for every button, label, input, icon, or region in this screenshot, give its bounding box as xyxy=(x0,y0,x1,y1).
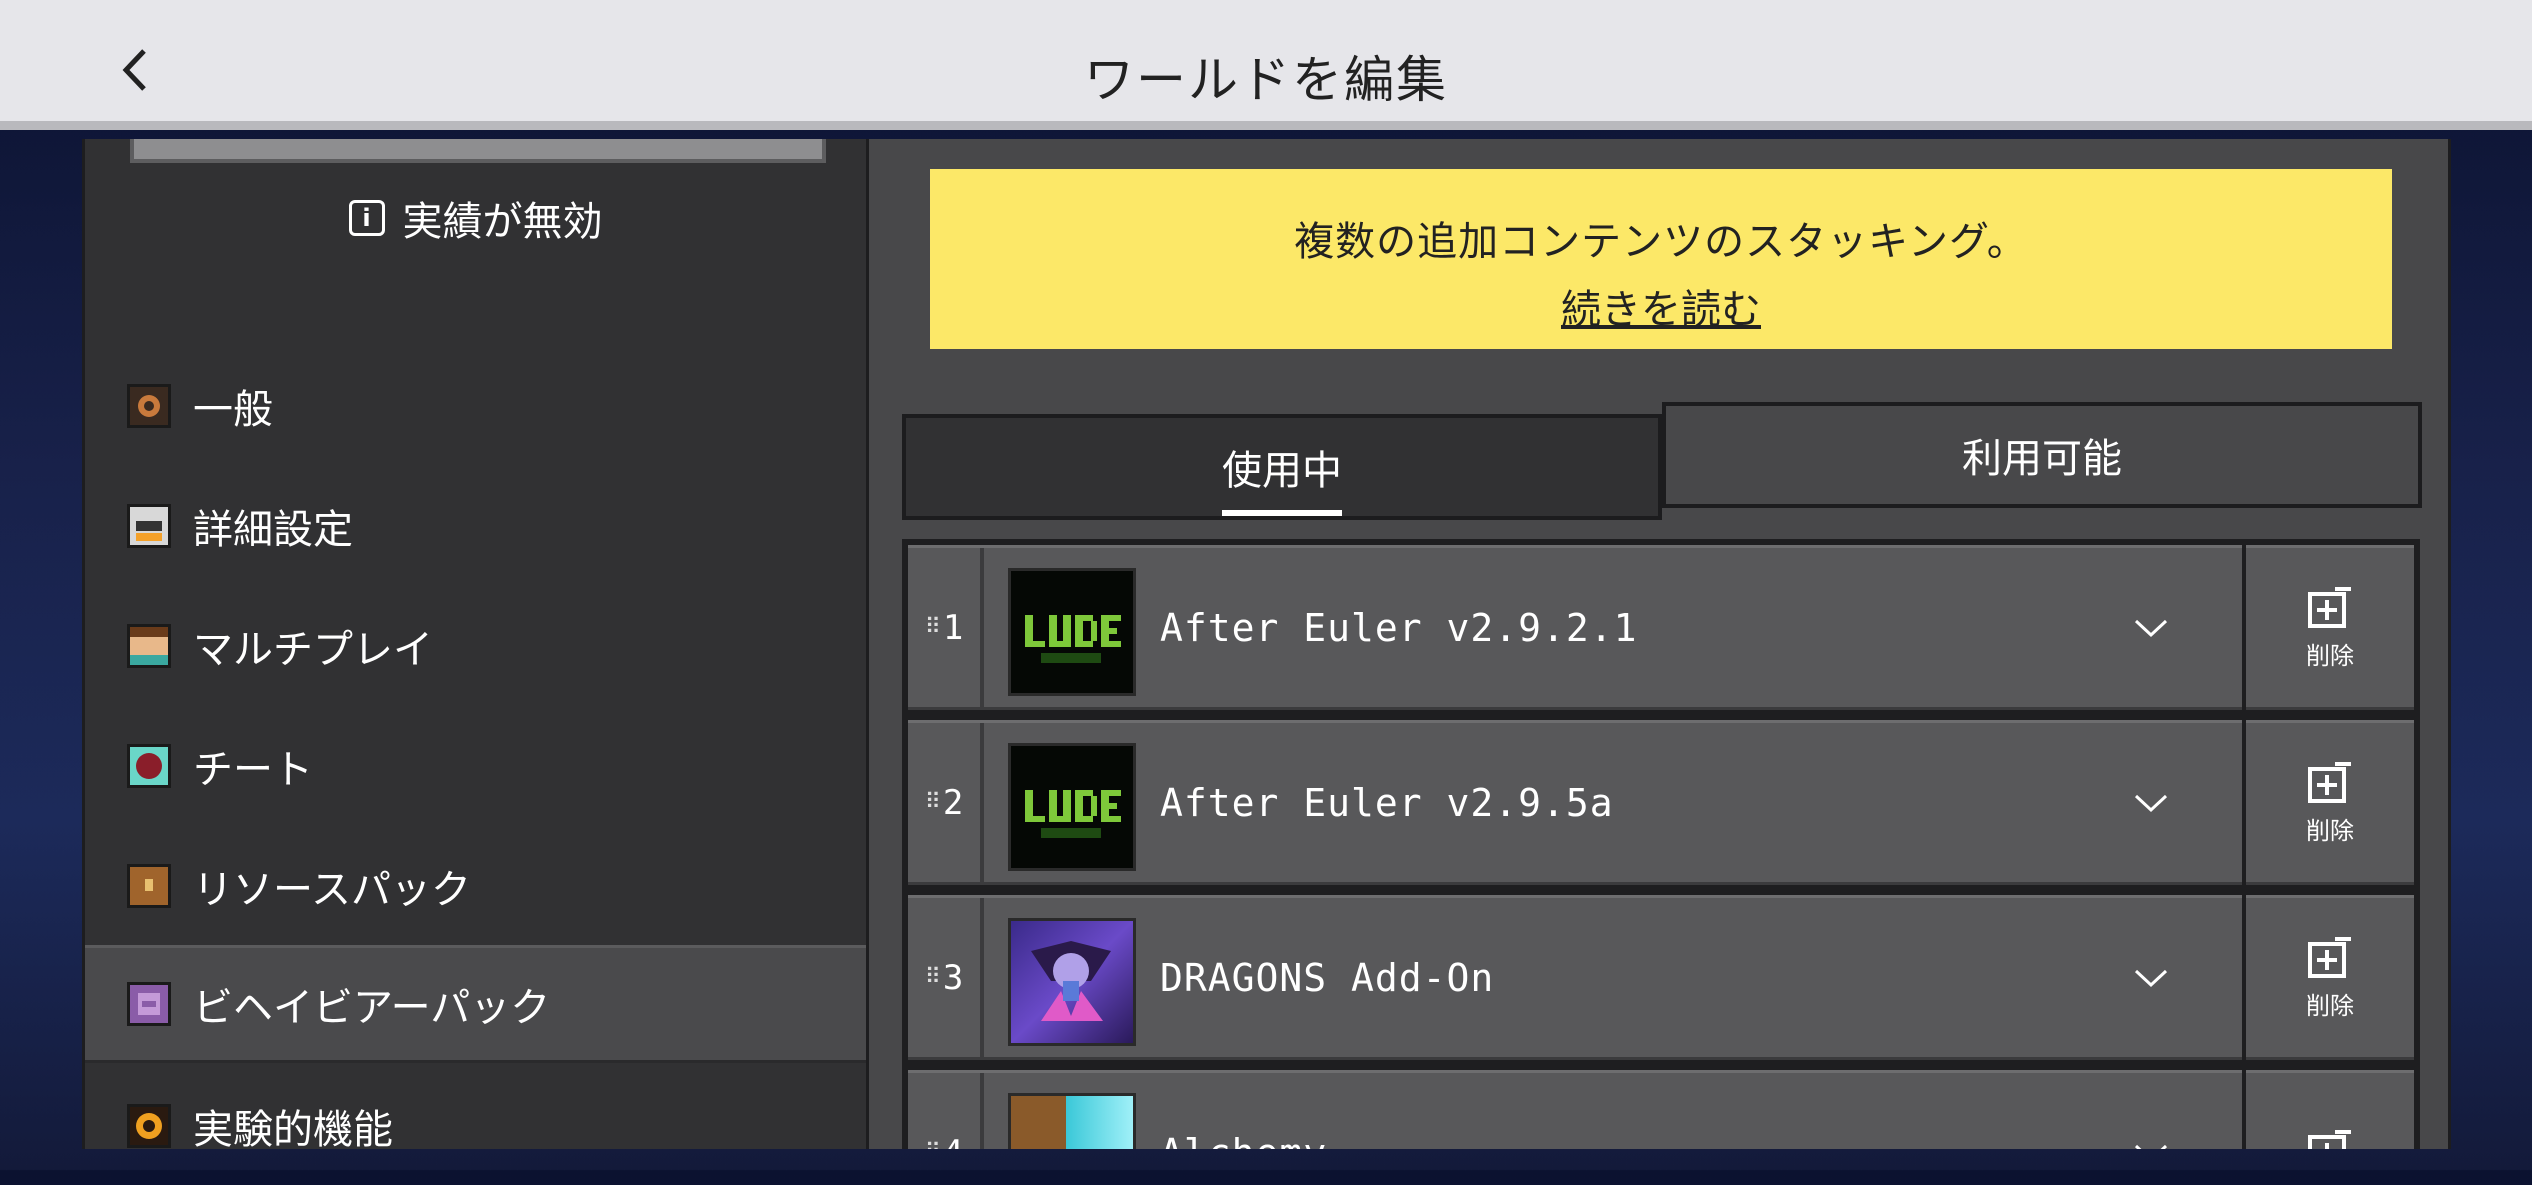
list-item: ⠿ 4 Alchemy xyxy=(908,1070,2414,1149)
chevron-down-icon xyxy=(2134,1144,2168,1149)
dragon-image xyxy=(1031,941,1111,1021)
pack-index: 4 xyxy=(943,1133,963,1150)
delete-button[interactable] xyxy=(2246,1070,2414,1149)
drag-handle-icon: ⠿ xyxy=(925,1140,941,1149)
sidebar-item-label: 実験的機能 xyxy=(193,1107,393,1153)
list-item: ⠿ 2 After Euler v2.9.5a 削除 xyxy=(908,720,2414,885)
active-pack-list: ⠿ 1 After Euler v2.9.2.1 削除 ⠿ 2 After Eu… xyxy=(902,539,2420,1149)
sidebar-item-label: リソースパック xyxy=(193,867,471,913)
resource-pack-icon xyxy=(127,864,171,908)
sidebar-item-advanced[interactable]: 詳細設定 xyxy=(85,467,866,585)
sidebar-item-label: 詳細設定 xyxy=(193,507,353,553)
pack-index: 2 xyxy=(942,782,964,823)
pack-row-main[interactable]: ⠿ 3 DRAGONS Add-On xyxy=(908,895,2242,1060)
expand-button[interactable] xyxy=(2133,898,2169,1057)
pack-index: 3 xyxy=(942,957,964,998)
top-header: ワールドを編集 xyxy=(0,0,2532,130)
drag-handle[interactable]: ⠿ 1 xyxy=(908,548,984,707)
tab-active-label: 使用中 xyxy=(1222,448,1342,494)
sidebar-item-experiments[interactable]: 実験的機能 xyxy=(85,1067,866,1185)
chevron-down-icon xyxy=(2134,969,2168,987)
pack-row-main[interactable]: ⠿ 2 After Euler v2.9.5a xyxy=(908,720,2242,885)
drag-handle-icon: ⠿ xyxy=(924,615,941,640)
remove-pack-icon xyxy=(2308,1129,2351,1149)
behavior-pack-panel: 複数の追加コンテンツのスタッキング。 続きを読む 使用中 利用可能 ⠿ 1 Af… xyxy=(869,139,2451,1149)
info-icon: i xyxy=(348,200,385,236)
drag-handle[interactable]: ⠿ 4 xyxy=(908,1073,984,1149)
expand-button[interactable] xyxy=(2133,1073,2169,1149)
sidebar-item-multiplayer[interactable]: マルチプレイ xyxy=(85,587,866,705)
banner-text: 複数の追加コンテンツのスタッキング。 xyxy=(1294,219,2028,265)
sidebar-item-label: 一般 xyxy=(193,387,273,433)
pack-logo-image xyxy=(1025,615,1121,663)
pack-thumbnail xyxy=(1008,743,1136,871)
behavior-pack-icon xyxy=(127,982,171,1026)
expand-button[interactable] xyxy=(2133,723,2169,882)
remove-pack-icon xyxy=(2308,587,2351,628)
pack-logo-image xyxy=(1025,790,1121,838)
tab-underline xyxy=(1222,510,1342,516)
cheats-icon xyxy=(127,744,171,788)
advanced-settings-icon xyxy=(127,504,171,548)
tab-available-label: 利用可能 xyxy=(1962,436,2122,482)
sidebar-item-label: マルチプレイ xyxy=(193,627,433,673)
sidebar-item-label: チート xyxy=(193,747,313,793)
sidebar-item-general[interactable]: 一般 xyxy=(85,347,866,465)
sidebar-scrollbar[interactable] xyxy=(130,139,826,163)
list-item: ⠿ 3 DRAGONS Add-On 削除 xyxy=(908,895,2414,1060)
remove-pack-icon xyxy=(2308,762,2351,803)
sidebar-item-label: ビヘイビアーパック xyxy=(193,985,551,1031)
delete-label: 削除 xyxy=(2306,642,2354,670)
delete-button[interactable]: 削除 xyxy=(2246,545,2414,710)
tab-available[interactable]: 利用可能 xyxy=(1662,402,2422,508)
pack-row-main[interactable]: ⠿ 1 After Euler v2.9.2.1 xyxy=(908,545,2242,710)
delete-button[interactable]: 削除 xyxy=(2246,895,2414,1060)
sidebar-item-resource-packs[interactable]: リソースパック xyxy=(85,827,866,945)
list-item: ⠿ 1 After Euler v2.9.2.1 削除 xyxy=(908,545,2414,710)
pack-thumbnail xyxy=(1008,1093,1136,1149)
multiplayer-icon xyxy=(127,624,171,668)
pack-thumbnail xyxy=(1008,918,1136,1046)
drag-handle-icon: ⠿ xyxy=(924,790,941,815)
read-more-link[interactable]: 続きを読む xyxy=(1561,277,1761,335)
sidebar-item-behavior-packs[interactable]: ビヘイビアーパック xyxy=(85,945,866,1063)
info-banner: 複数の追加コンテンツのスタッキング。 続きを読む xyxy=(930,169,2392,349)
page-title: ワールドを編集 xyxy=(1084,51,1448,109)
delete-label: 削除 xyxy=(2306,817,2354,845)
sidebar-item-cheats[interactable]: チート xyxy=(85,707,866,825)
pack-name: Alchemy xyxy=(1160,1073,1327,1150)
gear-icon xyxy=(127,384,171,428)
remove-pack-icon xyxy=(2308,937,2351,978)
expand-button[interactable] xyxy=(2133,548,2169,707)
pack-thumbnail xyxy=(1008,568,1136,696)
delete-button[interactable]: 削除 xyxy=(2246,720,2414,885)
pack-name: DRAGONS Add-On xyxy=(1160,955,1495,1000)
drag-handle[interactable]: ⠿ 2 xyxy=(908,723,984,882)
pack-name: After Euler v2.9.2.1 xyxy=(1160,605,1638,650)
pack-name: After Euler v2.9.5a xyxy=(1160,780,1614,825)
pack-row-main[interactable]: ⠿ 4 Alchemy xyxy=(908,1070,2242,1149)
delete-label: 削除 xyxy=(2306,992,2354,1020)
achievements-notice: i 実績が無効 xyxy=(85,189,866,247)
drag-handle-icon: ⠿ xyxy=(924,965,941,990)
settings-sidebar: i 実績が無効 一般 詳細設定 マルチプレイ チート リソースパック ビヘイビア… xyxy=(82,139,869,1153)
pack-index: 1 xyxy=(942,607,964,648)
chevron-down-icon xyxy=(2134,794,2168,812)
tab-active[interactable]: 使用中 xyxy=(902,414,1662,520)
drag-handle[interactable]: ⠿ 3 xyxy=(908,898,984,1057)
experiments-icon xyxy=(127,1104,171,1148)
chevron-down-icon xyxy=(2134,619,2168,637)
achievements-notice-label: 実績が無効 xyxy=(402,199,603,245)
